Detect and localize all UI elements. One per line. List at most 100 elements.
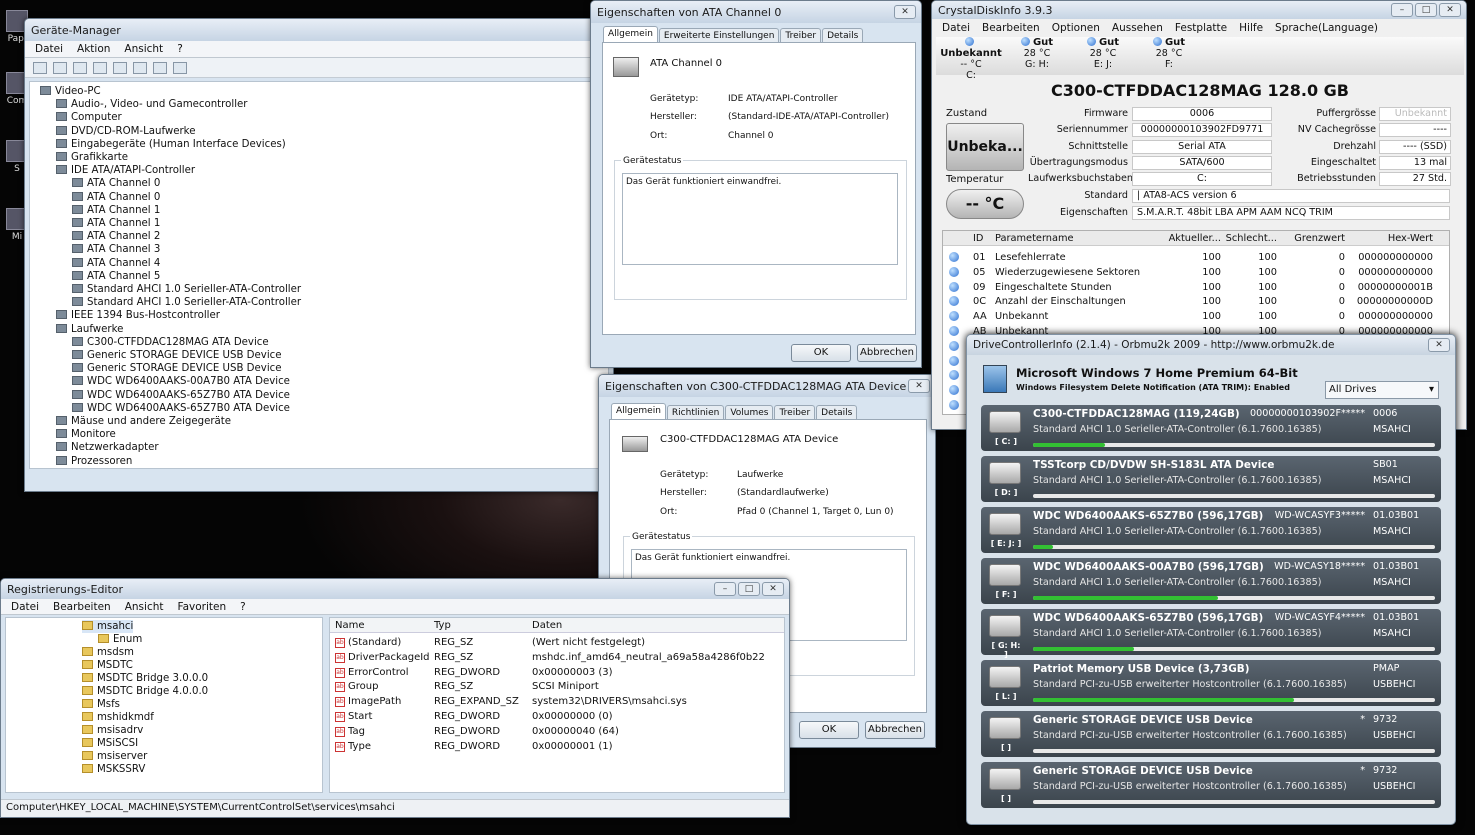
tree-item[interactable]: Generic STORAGE DEVICE USB Device xyxy=(72,349,282,362)
registry-key[interactable]: msisadrv xyxy=(82,724,143,737)
drive-card[interactable]: WDC WD6400AAKS-65Z7B0 (596,17GB) WD-WCASY… xyxy=(981,507,1441,553)
column-header[interactable]: ID xyxy=(973,231,983,246)
smart-row[interactable]: 0C Anzahl der Einschaltungen 100 100 0 000000… xyxy=(943,294,1449,309)
menu-item[interactable]: Aussehen xyxy=(1112,22,1163,34)
menu-item[interactable]: Ansicht xyxy=(125,601,164,613)
drive-selector-item[interactable]: Gut 28 °C G: H: xyxy=(1006,37,1068,70)
minimize-icon[interactable]: – xyxy=(714,582,736,596)
tree-item[interactable]: ATA Channel 1 xyxy=(72,204,160,217)
tab-details[interactable]: Details xyxy=(822,28,864,43)
minimize-icon[interactable]: – xyxy=(1391,3,1413,17)
ok-button[interactable]: OK xyxy=(791,344,851,362)
close-icon[interactable]: ✕ xyxy=(894,5,916,19)
tree-item[interactable]: IEEE 1394 Bus-Hostcontroller xyxy=(56,309,220,322)
drive-card[interactable]: Generic STORAGE DEVICE USB Device * 9732 St… xyxy=(981,762,1441,808)
tab-advanced[interactable]: Erweiterte Einstellungen xyxy=(658,28,780,43)
registry-value-row[interactable]: ab ImagePath REG_EXPAND_SZ system32\DRIVERS… xyxy=(330,696,784,710)
registry-value-row[interactable]: ab Type REG_DWORD 0x00000001 (1) xyxy=(330,741,784,755)
menu-item[interactable]: Aktion xyxy=(77,43,110,55)
tree-item[interactable]: Computer xyxy=(56,111,122,124)
menu-item[interactable]: Optionen xyxy=(1052,22,1100,34)
tree-item[interactable]: Audio-, Video- und Gamecontroller xyxy=(56,98,248,111)
temperature-button[interactable]: -- °C xyxy=(946,189,1024,219)
menu-item[interactable]: Festplatte xyxy=(1175,22,1227,34)
menu-item[interactable]: ? xyxy=(240,601,246,613)
maximize-icon[interactable]: □ xyxy=(1415,3,1437,17)
tree-item[interactable]: C300-CTFDDAC128MAG ATA Device xyxy=(72,336,269,349)
column-header[interactable]: Aktueller... xyxy=(1169,231,1221,246)
drive-card[interactable]: WDC WD6400AAKS-00A7B0 (596,17GB) WD-WCASY… xyxy=(981,558,1441,604)
column-header[interactable]: Schlecht... xyxy=(1226,231,1277,246)
registry-key[interactable]: Msfs xyxy=(82,698,120,711)
tree-item[interactable]: Standard AHCI 1.0 Serieller-ATA-Controll… xyxy=(72,296,301,309)
drive-selector-item[interactable]: Gut 28 °C E: J: xyxy=(1072,37,1134,70)
ok-button[interactable]: OK xyxy=(799,721,859,739)
drive-card[interactable]: Patriot Memory USB Device (3,73GB) PMAP St… xyxy=(981,660,1441,706)
column-header[interactable]: Grenzwert xyxy=(1294,231,1345,246)
close-icon[interactable]: ✕ xyxy=(1428,338,1450,352)
registry-value-row[interactable]: ab (Standard) REG_SZ (Wert nicht festgelegt… xyxy=(330,637,784,651)
registry-key[interactable]: MSDTC Bridge 4.0.0.0 xyxy=(82,685,208,698)
menu-item[interactable]: Datei xyxy=(35,43,63,55)
menu-item[interactable]: Hilfe xyxy=(1239,22,1263,34)
column-header[interactable]: Typ xyxy=(434,620,451,631)
tree-item[interactable]: ATA Channel 1 xyxy=(72,217,160,230)
cancel-button[interactable]: Abbrechen xyxy=(865,721,925,739)
tab-general[interactable]: Allgemein xyxy=(611,403,666,420)
close-icon[interactable]: ✕ xyxy=(908,379,930,393)
registry-key[interactable]: MSDTC Bridge 3.0.0.0 xyxy=(82,672,208,685)
drive-selector-item[interactable]: Gut 28 °C F: xyxy=(1138,37,1200,70)
menu-item[interactable]: Favoriten xyxy=(178,601,227,613)
tree-item[interactable]: Prozessoren xyxy=(56,455,132,468)
tab-details[interactable]: Details xyxy=(816,405,858,420)
drive-card[interactable]: WDC WD6400AAKS-65Z7B0 (596,17GB) WD-WCASY… xyxy=(981,609,1441,659)
tree-item[interactable]: ATA Channel 4 xyxy=(72,257,160,270)
registry-key[interactable]: MSKSSRV xyxy=(82,763,145,776)
tree-item[interactable]: WDC WD6400AAKS-00A7B0 ATA Device xyxy=(72,375,290,388)
registry-key[interactable]: MSiSCSI xyxy=(82,737,138,750)
close-icon[interactable]: ✕ xyxy=(762,582,784,596)
tree-item[interactable]: Eingabegeräte (Human Interface Devices) xyxy=(56,138,286,151)
smart-row[interactable]: 05 Wiederzugewiesene Sektoren 100 100 0 00000… xyxy=(943,265,1449,280)
menu-item[interactable]: Sprache(Language) xyxy=(1275,22,1378,34)
health-status-button[interactable]: Unbeka... xyxy=(946,123,1024,171)
tree-item[interactable]: Video-PC xyxy=(40,85,101,98)
tab-policies[interactable]: Richtlinien xyxy=(666,405,725,420)
tree-item[interactable]: Laufwerke xyxy=(56,323,123,336)
view-icon[interactable] xyxy=(73,61,87,74)
smart-row[interactable]: AA Unbekannt 100 100 0 000000000000 xyxy=(943,309,1449,324)
smart-row[interactable]: 01 Lesefehlerrate 100 100 0 000000000000 xyxy=(943,250,1449,265)
tab-volumes[interactable]: Volumes xyxy=(725,405,774,420)
drive-filter-select[interactable]: All Drives ▾ xyxy=(1325,381,1439,399)
tree-item[interactable]: Netzwerkadapter xyxy=(56,441,159,454)
tree-item[interactable]: Standard AHCI 1.0 Serieller-ATA-Controll… xyxy=(72,283,301,296)
tree-item[interactable]: ATA Channel 3 xyxy=(72,243,160,256)
tree-item[interactable]: WDC WD6400AAKS-65Z7B0 ATA Device xyxy=(72,402,290,415)
registry-value-row[interactable]: ab Group REG_SZ SCSI Miniport xyxy=(330,681,784,695)
status-textbox[interactable]: Das Gerät funktioniert einwandfrei. xyxy=(622,173,898,265)
help-icon[interactable] xyxy=(113,61,127,74)
registry-value-row[interactable]: ab ErrorControl REG_DWORD 0x00000003 (3) xyxy=(330,667,784,681)
tab-driver[interactable]: Treiber xyxy=(780,28,822,43)
close-icon[interactable]: ✕ xyxy=(1439,3,1461,17)
tree-item[interactable]: Mäuse und andere Zeigegeräte xyxy=(56,415,231,428)
registry-value-row[interactable]: ab Start REG_DWORD 0x00000000 (0) xyxy=(330,711,784,725)
tree-item[interactable]: Grafikkarte xyxy=(56,151,128,164)
update-driver-icon[interactable] xyxy=(133,61,147,74)
menu-item[interactable]: Datei xyxy=(942,22,970,34)
registry-key[interactable]: msiserver xyxy=(82,750,147,763)
maximize-icon[interactable]: □ xyxy=(738,582,760,596)
registry-key[interactable]: mshidkmdf xyxy=(82,711,154,724)
tree-item[interactable]: Generic STORAGE DEVICE USB Device xyxy=(72,362,282,375)
tab-general[interactable]: Allgemein xyxy=(603,26,658,43)
menu-item[interactable]: ? xyxy=(177,43,183,55)
menu-item[interactable]: Bearbeiten xyxy=(53,601,111,613)
menu-item[interactable]: Ansicht xyxy=(124,43,163,55)
tree-item[interactable]: Monitore xyxy=(56,428,116,441)
tree-item[interactable]: ATA Channel 0 xyxy=(72,191,160,204)
tree-item[interactable]: WDC WD6400AAKS-65Z7B0 ATA Device xyxy=(72,389,290,402)
cancel-button[interactable]: Abbrechen xyxy=(857,344,917,362)
column-header[interactable]: Daten xyxy=(532,620,562,631)
menu-item[interactable]: Datei xyxy=(11,601,39,613)
drive-card[interactable]: TSSTcorp CD/DVDW SH-S183L ATA Device SB01… xyxy=(981,456,1441,502)
